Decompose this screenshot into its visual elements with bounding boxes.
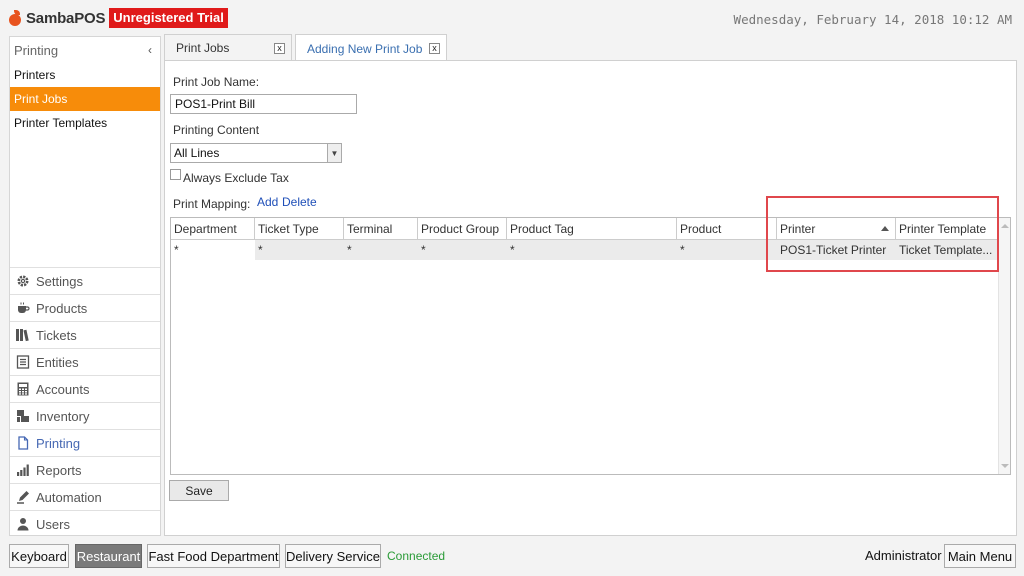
nav-products-label: Products (36, 300, 88, 316)
column-header-ticket-type[interactable]: Ticket Type (255, 218, 344, 240)
save-button[interactable]: Save (169, 480, 229, 501)
print-job-form: Print Job Name: POS1-Print Bill Printing… (164, 60, 1017, 536)
nav-users[interactable]: Users (10, 510, 160, 537)
close-icon[interactable]: x (274, 43, 285, 54)
printing-content-label: Printing Content (173, 123, 260, 137)
nav-accounts[interactable]: Accounts (10, 375, 160, 402)
printing-content-select[interactable]: All Lines ▼ (170, 143, 342, 163)
inventory-icon (15, 408, 31, 424)
grid-vertical-scrollbar[interactable] (998, 218, 1010, 474)
nav-tickets-label: Tickets (36, 327, 77, 343)
nav-tickets[interactable]: Tickets (10, 321, 160, 348)
books-icon (15, 327, 31, 343)
list-icon (15, 354, 31, 370)
sidebar-item-printer-templates[interactable]: Printer Templates (10, 111, 160, 135)
nav-automation[interactable]: Automation (10, 483, 160, 510)
connection-status: Connected (387, 549, 446, 563)
restaurant-button[interactable]: Restaurant (75, 544, 142, 568)
delete-mapping-link[interactable]: Delete (282, 195, 317, 209)
main-menu-button[interactable]: Main Menu (944, 544, 1016, 568)
nav-reports[interactable]: Reports (10, 456, 160, 483)
column-header-product[interactable]: Product (677, 218, 777, 240)
nav-inventory[interactable]: Inventory (10, 402, 160, 429)
printing-content-value: All Lines (174, 146, 220, 160)
cell-product-group[interactable]: * (418, 240, 507, 260)
nav-settings-label: Settings (36, 273, 83, 289)
always-exclude-tax-checkbox[interactable] (170, 169, 181, 180)
sidebar-section-header: Printing ‹ (10, 37, 160, 63)
column-header-product-group[interactable]: Product Group (418, 218, 507, 240)
sidebar-section-title: Printing (14, 42, 59, 58)
printer-columns-highlight (766, 196, 999, 272)
nav-printing[interactable]: Printing (10, 429, 160, 456)
tab-adding-new-print-job-label: Adding New Print Job (307, 41, 423, 56)
keyboard-button[interactable]: Keyboard (9, 544, 69, 568)
print-job-name-label: Print Job Name: (173, 75, 260, 89)
column-header-department[interactable]: Department (171, 218, 255, 240)
chevron-down-icon[interactable]: ▼ (327, 144, 341, 162)
always-exclude-tax-label: Always Exclude Tax (183, 171, 289, 185)
current-user: Administrator (865, 548, 942, 563)
cell-product[interactable]: * (677, 240, 777, 260)
chevron-left-icon[interactable]: ‹ (148, 43, 152, 57)
trial-badge: Unregistered Trial (109, 8, 228, 28)
cell-product-tag[interactable]: * (507, 240, 677, 260)
nav-reports-label: Reports (36, 462, 82, 478)
cell-department[interactable]: * (171, 240, 255, 260)
sidebar-item-printers[interactable]: Printers (10, 63, 160, 87)
tab-adding-new-print-job[interactable]: Adding New Print Job x (295, 34, 447, 62)
scroll-down-icon[interactable] (1001, 464, 1009, 468)
sidebar-item-print-jobs[interactable]: Print Jobs (10, 87, 160, 111)
nav-users-label: Users (36, 516, 70, 532)
gear-icon (15, 273, 31, 289)
nav-accounts-label: Accounts (36, 381, 90, 397)
nav-entities[interactable]: Entities (10, 348, 160, 375)
bar-chart-icon (15, 462, 31, 478)
cell-ticket-type[interactable]: * (255, 240, 344, 260)
add-mapping-link[interactable]: Add (257, 195, 278, 209)
nav-printing-label: Printing (36, 435, 81, 451)
sidebar-nav: Settings Products Tickets Entities Accou… (10, 267, 160, 537)
nav-products[interactable]: Products (10, 294, 160, 321)
datetime-display: Wednesday, February 14, 2018 10:12 AM (733, 12, 1012, 27)
app-logo: SambaPOS Unregistered Trial (8, 8, 228, 28)
cell-terminal[interactable]: * (344, 240, 418, 260)
nav-settings[interactable]: Settings (10, 267, 160, 294)
fast-food-department-button[interactable]: Fast Food Department (147, 544, 280, 568)
nav-inventory-label: Inventory (36, 408, 90, 424)
tab-print-jobs[interactable]: Print Jobs x (164, 34, 292, 61)
user-icon (15, 516, 31, 532)
header-bar: SambaPOS Unregistered Trial Wednesday, F… (0, 0, 1024, 36)
document-icon (15, 435, 31, 451)
close-icon[interactable]: x (429, 43, 440, 54)
logo-text: SambaPOS (26, 9, 106, 27)
calculator-icon (15, 381, 31, 397)
sambapos-logo-icon (8, 10, 22, 26)
coffee-cup-icon (15, 300, 31, 316)
scroll-up-icon[interactable] (1001, 224, 1009, 228)
column-header-terminal[interactable]: Terminal (344, 218, 418, 240)
pen-icon (15, 489, 31, 505)
nav-automation-label: Automation (36, 489, 102, 505)
print-mapping-label: Print Mapping: (173, 197, 251, 211)
sidebar: Printing ‹ Printers Print Jobs Printer T… (9, 36, 161, 536)
column-header-product-tag[interactable]: Product Tag (507, 218, 677, 240)
delivery-service-button[interactable]: Delivery Service (285, 544, 381, 568)
nav-entities-label: Entities (36, 354, 79, 370)
print-job-name-input[interactable]: POS1-Print Bill (170, 94, 357, 114)
tab-print-jobs-label: Print Jobs (176, 41, 230, 55)
